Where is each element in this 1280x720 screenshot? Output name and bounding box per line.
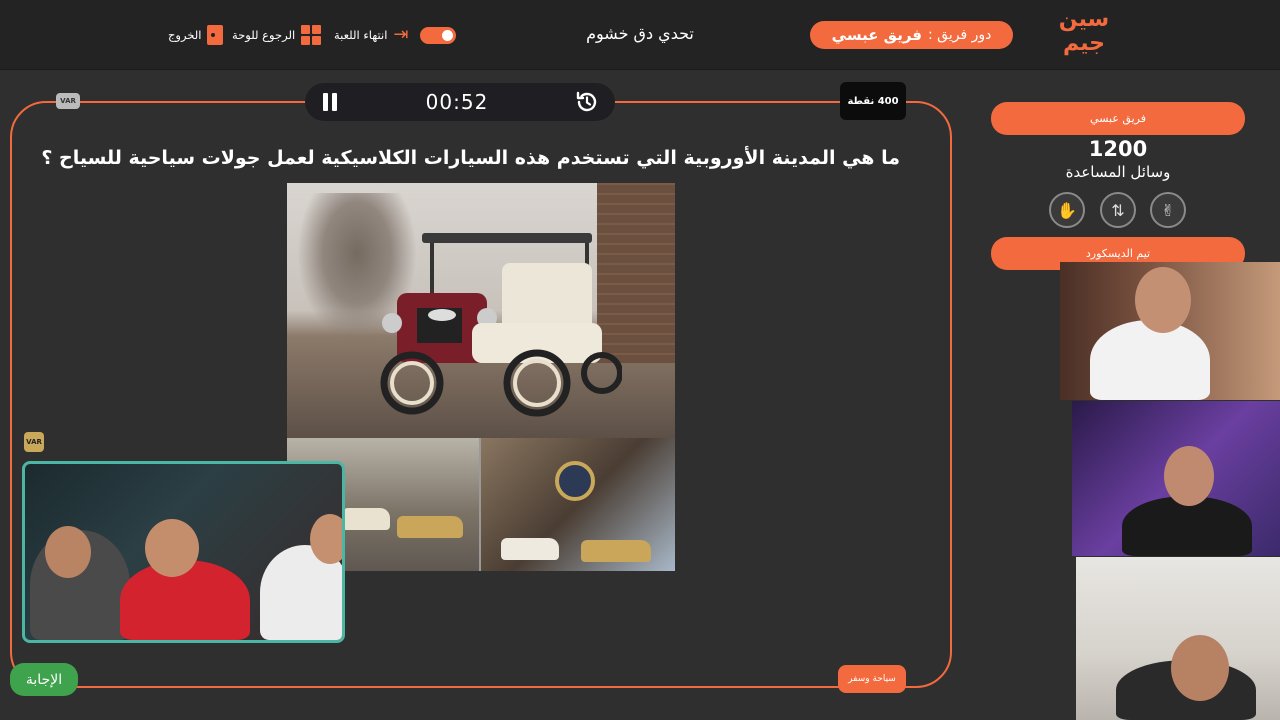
logo: سين جيم <box>1056 8 1112 62</box>
team1-name-pill: فريق عبسي <box>991 102 1245 135</box>
pause-icon[interactable] <box>321 92 339 112</box>
photo-car-white <box>342 508 390 530</box>
host-right-head <box>310 514 342 564</box>
turn-indicator: دور فريق : فريق عبسي <box>810 21 1013 49</box>
peace-icon[interactable]: ✌ <box>1150 192 1186 228</box>
var-badge[interactable]: VAR <box>56 93 80 109</box>
end-game-label: انتهاء اللعبة <box>334 28 388 42</box>
photo-car-white-2 <box>501 538 559 560</box>
question-text: ما هي المدينة الأوروبية التي تستخدم هذه … <box>41 147 900 169</box>
player-3-head <box>1171 635 1229 701</box>
question-image <box>287 183 675 571</box>
timer-bar: 00:52 <box>305 83 615 121</box>
exit-label: الخروج <box>168 28 202 42</box>
team2-name: تيم الديسكورد <box>1085 247 1151 260</box>
player-2-head <box>1164 446 1214 506</box>
webcam-player-1 <box>1060 262 1280 400</box>
host-left-head <box>45 526 91 578</box>
exit-button[interactable]: الخروج <box>168 24 224 46</box>
exit-door-icon <box>207 25 224 45</box>
webcam-player-2 <box>1072 401 1280 556</box>
turn-team-name: فريق عبسي <box>831 26 922 44</box>
answer-button[interactable]: الإجابة <box>10 663 78 696</box>
points-badge: 400 نقطة <box>840 82 906 120</box>
team1-name: فريق عبسي <box>1090 112 1146 125</box>
restart-clock-icon[interactable] <box>575 90 599 114</box>
stream-badge-icon: VAR <box>24 432 44 452</box>
game-toggle[interactable] <box>420 27 456 44</box>
back-to-board-label: الرجوع للوحة <box>232 28 296 42</box>
grid-icon <box>301 25 322 45</box>
team1-score: 1200 <box>1088 137 1148 161</box>
host-center-head <box>145 519 199 577</box>
back-to-board-button[interactable]: الرجوع للوحة <box>232 24 322 46</box>
category-tag: سياحة وسفر <box>838 665 906 693</box>
swap-icon[interactable]: ⇅ <box>1100 192 1136 228</box>
end-game-button[interactable]: ⇥ انتهاء اللعبة <box>334 24 409 46</box>
timer-display: 00:52 <box>425 90 489 114</box>
logo-line-1: سين <box>1058 7 1110 32</box>
photo-car-gold <box>397 516 463 538</box>
helpers-label: وسائل المساعدة <box>1065 163 1171 181</box>
photo-main-scene <box>287 183 675 438</box>
logo-line-2: جيم <box>1062 31 1106 56</box>
webcam-player-3 <box>1076 557 1280 720</box>
astronomical-clock <box>555 461 595 501</box>
hand-icon[interactable]: ✋ <box>1049 192 1085 228</box>
player-1-head <box>1135 267 1191 333</box>
turn-prefix: دور فريق : <box>927 27 992 43</box>
top-bar: سين جيم دور فريق : فريق عبسي تحدي دق خشو… <box>0 0 1280 70</box>
photo-bottom-right <box>481 438 675 571</box>
challenge-title: تحدي دق خشوم <box>586 24 694 43</box>
player-1-body <box>1090 320 1210 400</box>
photo-car-gold-2 <box>581 540 651 562</box>
classic-car-illustration <box>380 233 622 417</box>
webcam-hosts <box>22 461 345 643</box>
arrow-right-icon: ⇥ <box>393 24 409 45</box>
game-screen: سين جيم دور فريق : فريق عبسي تحدي دق خشو… <box>0 0 1280 720</box>
